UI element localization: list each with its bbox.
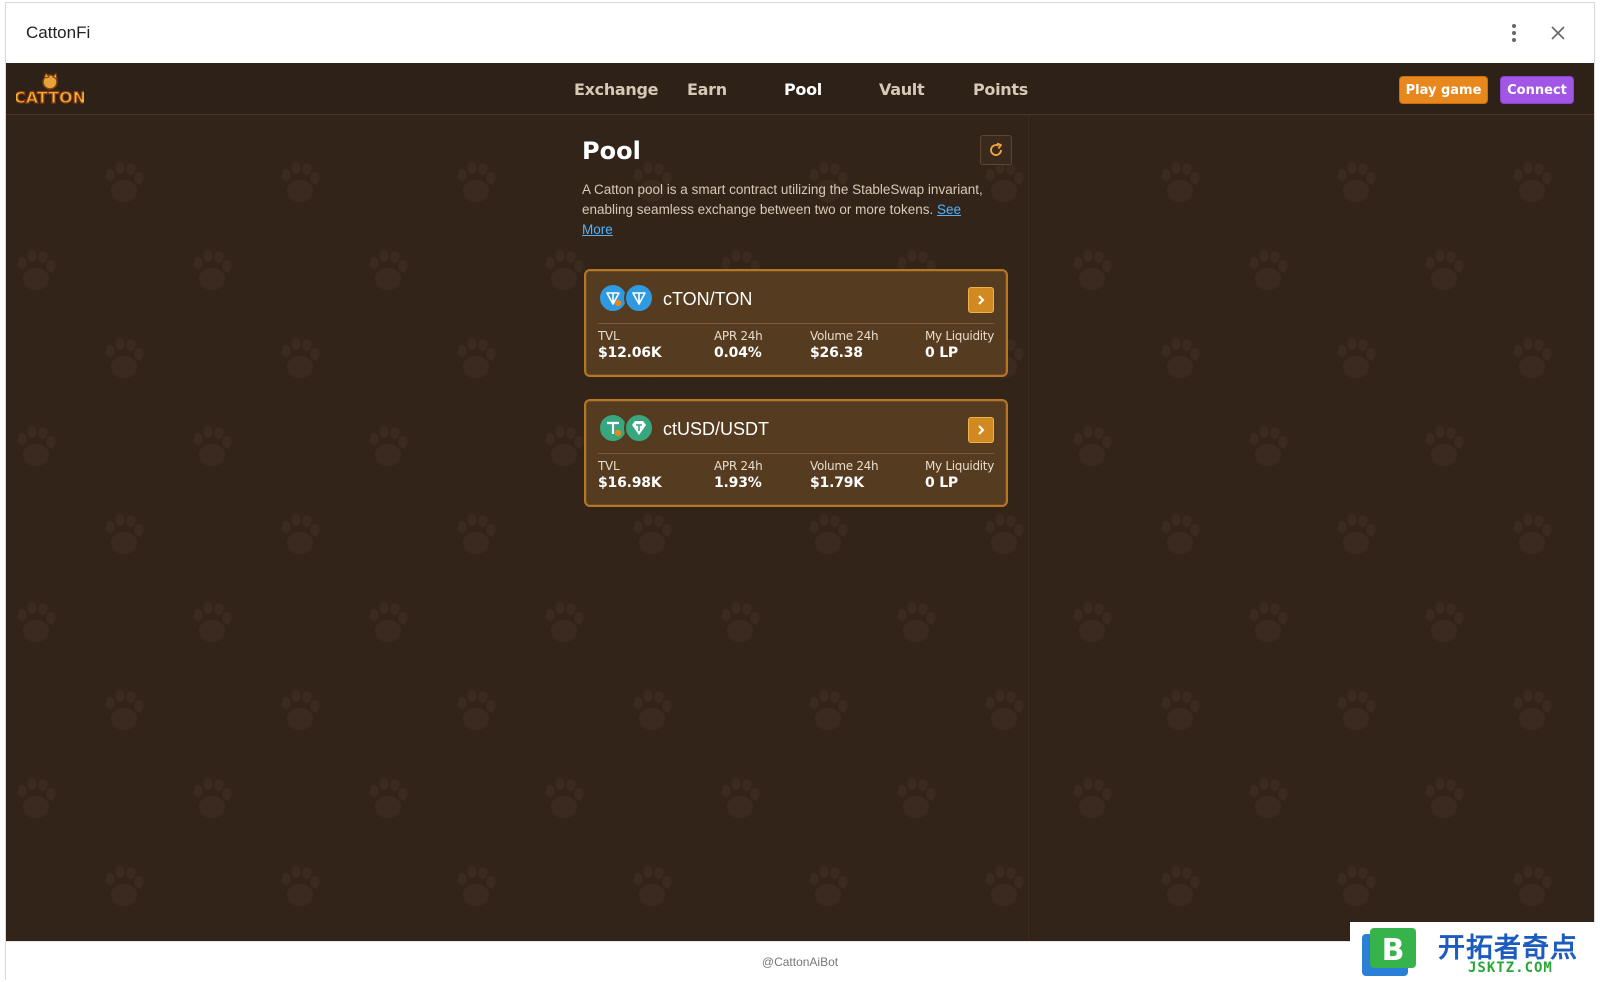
pool-card[interactable]: cTON/TON TVL $12.06K APR 24h 0.04% Volum… [584,269,1008,377]
more-options-icon[interactable] [1504,19,1524,47]
connect-button[interactable]: Connect [1500,76,1574,104]
nav-pool[interactable]: Pool [784,80,822,99]
pool-token-icons [598,413,656,443]
ton-coin-icon [624,283,654,313]
pool-card[interactable]: ctUSD/USDT TVL $16.98K APR 24h 1.93% Vol… [584,399,1008,507]
open-pool-button[interactable] [968,287,994,313]
stat-volume: Volume 24h $1.79K [810,459,879,491]
stat-tvl: TVL $12.06K [598,329,662,361]
pool-pair-name: cTON/TON [663,289,753,309]
page-title: Pool [582,137,641,165]
stat-apr: APR 24h 1.93% [714,459,763,491]
pool-pair-name: ctUSD/USDT [663,419,770,439]
svg-text:CATTON: CATTON [16,88,84,107]
nav-earn[interactable]: Earn [687,80,727,99]
chevron-right-icon [978,425,985,435]
chevron-right-icon [978,295,985,305]
catton-app: CATTON Exchange Earn Pool Vault Points P… [6,63,1594,941]
stat-volume: Volume 24h $26.38 [810,329,879,361]
nav-exchange[interactable]: Exchange [574,80,659,99]
top-navbar: CATTON Exchange Earn Pool Vault Points P… [6,63,1594,115]
card-divider [598,453,994,454]
nav-vault[interactable]: Vault [879,80,925,99]
stat-tvl: TVL $16.98K [598,459,662,491]
stat-my-liquidity: My Liquidity 0 LP [925,459,995,491]
open-pool-button[interactable] [968,417,994,443]
app-window: CattonFi CATTON Exchange Earn Pool Vault… [5,2,1595,981]
watermark-domain: JSKTZ.COM [1468,960,1553,976]
nav-points[interactable]: Points [973,80,1028,99]
catton-logo[interactable]: CATTON [16,73,84,107]
pool-description: A Catton pool is a smart contract utiliz… [582,182,983,237]
close-icon[interactable] [1546,21,1570,45]
refresh-button[interactable] [980,135,1012,165]
watermark-logo-icon: B [1362,928,1416,976]
stat-apr: APR 24h 0.04% [714,329,763,361]
stat-my-liquidity: My Liquidity 0 LP [925,329,995,361]
svg-text:B: B [1382,933,1405,968]
title-bar: CattonFi [6,3,1594,63]
content-divider [1028,115,1029,941]
window-title: CattonFi [26,23,91,42]
site-watermark: B 开拓者奇点 JSKTZ.COM [1350,922,1600,982]
usdt-coin-icon [624,413,654,443]
play-game-button[interactable]: Play game [1399,76,1488,104]
pool-token-icons [598,283,656,313]
refresh-icon [990,142,1002,156]
card-divider [598,323,994,324]
